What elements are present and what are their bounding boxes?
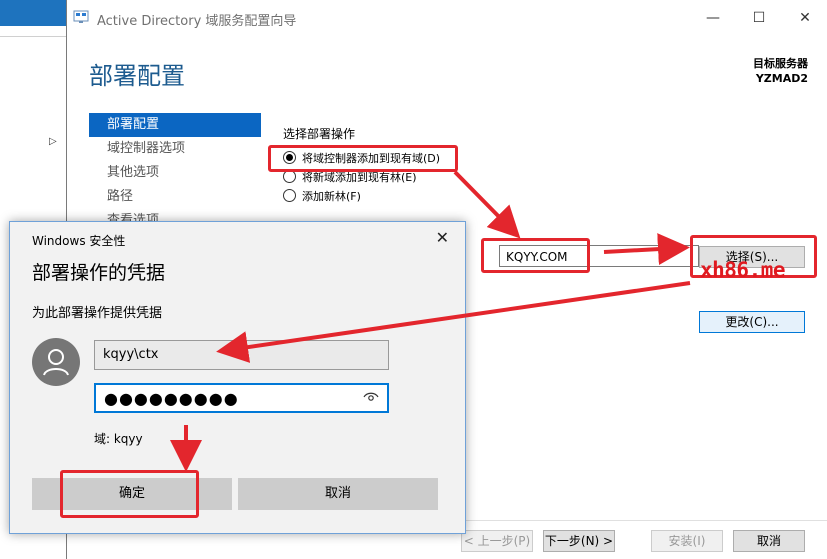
background-divider (0, 36, 66, 37)
annotation-box-domain (481, 238, 590, 273)
user-avatar-icon (32, 338, 80, 386)
password-field[interactable]: ●●●●●●●●● (94, 383, 389, 413)
next-button[interactable]: 下一步(N) > (543, 530, 615, 552)
target-server-name: YZMAD2 (755, 72, 808, 85)
target-server: 目标服务器 YZMAD2 (753, 56, 808, 86)
dialog-subtitle: 为此部署操作提供凭据 (32, 306, 163, 321)
radio-button[interactable] (283, 189, 296, 202)
nav-item-deployment[interactable]: 部署配置 (89, 113, 261, 137)
dialog-title: 部署操作的凭据 (32, 262, 166, 284)
install-button[interactable]: 安装(I) (651, 530, 723, 552)
background-titlebar (0, 0, 66, 26)
wizard-titlebar: Active Directory 域服务配置向导 — ☐ ✕ (67, 0, 827, 36)
nav-item-additional-options[interactable]: 其他选项 (89, 161, 261, 185)
reveal-password-icon[interactable] (363, 391, 379, 403)
username-field[interactable]: kqyy\ctx (94, 340, 389, 370)
radio-new-forest[interactable]: 添加新林(F) (283, 186, 440, 205)
dialog-cancel-button[interactable]: 取消 (238, 478, 438, 510)
annotation-box-ok (60, 470, 199, 518)
close-icon[interactable]: ✕ (436, 228, 449, 247)
section-label: 选择部署操作 (283, 127, 356, 141)
dialog-caption: Windows 安全性 (32, 234, 126, 248)
wizard-nav: 部署配置 域控制器选项 其他选项 路径 查看选项 (89, 113, 261, 233)
wizard-cancel-button[interactable]: 取消 (733, 530, 805, 552)
wizard-title: Active Directory 域服务配置向导 (97, 14, 297, 29)
prev-button[interactable]: < 上一步(P) (461, 530, 533, 552)
annotation-box-radio (268, 145, 458, 172)
target-server-label: 目标服务器 (753, 57, 808, 70)
nav-item-paths[interactable]: 路径 (89, 185, 261, 209)
close-icon[interactable]: ✕ (783, 4, 827, 32)
nav-item-dc-options[interactable]: 域控制器选项 (89, 137, 261, 161)
minimize-icon[interactable]: — (691, 4, 735, 32)
page-heading: 部署配置 (89, 62, 185, 90)
radio-label: 添加新林(F) (302, 189, 361, 203)
change-credentials-button[interactable]: 更改(C)... (699, 311, 805, 333)
maximize-icon[interactable]: ☐ (737, 4, 781, 32)
password-mask: ●●●●●●●●● (104, 389, 239, 408)
domain-hint: 域: kqyy (94, 432, 143, 446)
ad-wizard-icon (73, 10, 89, 23)
watermark: xh86.me (700, 258, 786, 282)
expand-arrow-icon[interactable]: ▷ (49, 136, 57, 147)
